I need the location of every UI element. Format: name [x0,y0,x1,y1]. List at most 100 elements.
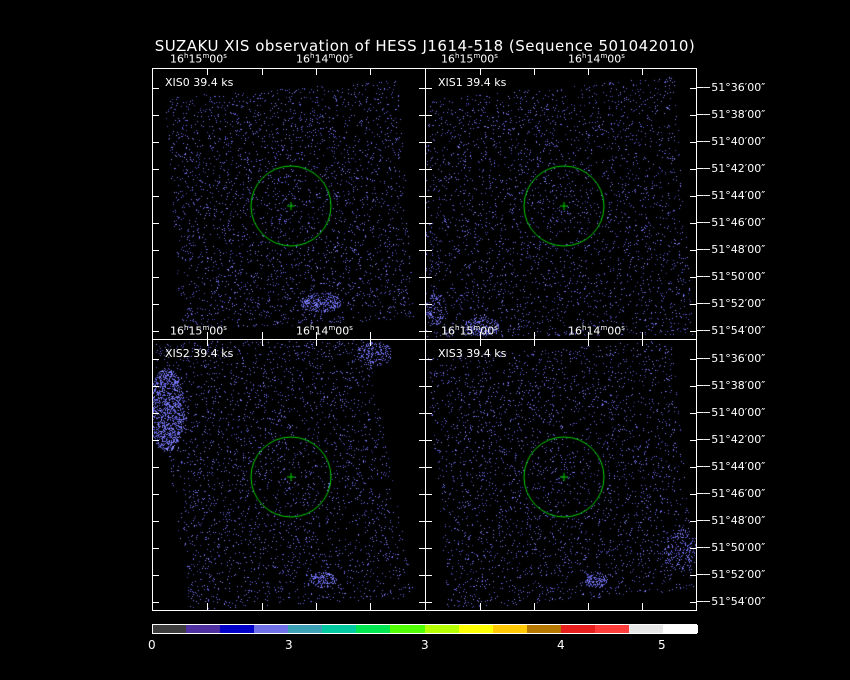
axis-tick [152,142,159,143]
dec-label: −51°46′00″ [702,216,766,229]
axis-tick [480,68,481,75]
xis0-label: XIS0 39.4 ks [165,76,234,89]
axis-tick [207,339,208,346]
axis-tick [425,386,432,387]
axis-tick [316,603,317,610]
axis-tick [480,603,481,610]
axis-tick [425,196,432,197]
dec-label: −51°44′00″ [702,189,766,202]
axis-tick [690,359,697,360]
axis-tick [588,68,589,75]
axis-tick [425,359,432,360]
axis-tick [152,548,159,549]
axis-tick [425,223,432,224]
axis-tick [152,494,159,495]
dec-label: −51°38′00″ [702,108,766,121]
axis-tick [316,68,317,75]
axis-tick [690,304,697,305]
dec-label: −51°54′00″ [702,324,766,337]
colorbar-frame [152,624,697,634]
axis-tick [152,359,159,360]
axis-tick [690,440,697,441]
axis-tick [480,332,481,339]
ra-label-mid-left-2: 16h14m00s [296,324,353,338]
axis-tick [690,250,697,251]
axis-tick [642,339,643,346]
axis-tick [697,114,703,115]
ra-label-top-right-2: 16h14m00s [568,52,625,66]
axis-tick [697,87,703,88]
axis-tick [316,339,317,346]
axis-tick [697,439,703,440]
ra-label-mid-right-1: 16h15m00s [441,324,498,338]
colorbar-label: 0 [148,638,156,652]
colorbar-label: 5 [658,638,666,652]
xis2-image-panel: XIS2 39.4 ks [152,339,426,611]
axis-tick [152,413,159,414]
axis-tick [690,88,697,89]
xis2-event-image [153,340,425,610]
axis-tick [425,115,432,116]
axis-tick [690,169,697,170]
dec-label: −51°46′00″ [702,487,766,500]
axis-tick [697,385,703,386]
axis-tick [152,223,159,224]
axis-tick [697,466,703,467]
axis-tick [425,494,432,495]
axis-tick [690,413,697,414]
xis0-image-panel: XIS0 39.4 ks [152,68,426,340]
dec-label: −51°52′00″ [702,297,766,310]
dec-label: −51°38′00″ [702,379,766,392]
dec-label: −51°40′00″ [702,406,766,419]
axis-tick [642,603,643,610]
axis-tick [207,603,208,610]
axis-tick [690,223,697,224]
axis-tick [262,339,263,346]
axis-tick [697,303,703,304]
axis-tick [152,602,159,603]
axis-tick [207,332,208,339]
dec-label: −51°54′00″ [702,595,766,608]
axis-tick [690,521,697,522]
axis-tick [690,467,697,468]
axis-tick [152,440,159,441]
axis-tick [480,339,481,346]
dec-label: −51°36′00″ [702,352,766,365]
dec-label: −51°50′00″ [702,270,766,283]
xis3-event-image [426,340,696,610]
axis-tick [690,602,697,603]
axis-tick [152,250,159,251]
axis-tick [697,493,703,494]
axis-tick [697,222,703,223]
axis-tick [425,250,432,251]
axis-tick [534,339,535,346]
axis-tick [370,603,371,610]
axis-tick [370,339,371,346]
axis-tick [697,520,703,521]
axis-tick [697,168,703,169]
axis-tick [262,603,263,610]
xis2-label: XIS2 39.4 ks [165,347,234,360]
axis-tick [534,332,535,339]
axis-tick [152,277,159,278]
axis-tick [370,68,371,75]
axis-tick [690,115,697,116]
colorbar-label: 3 [285,638,293,652]
axis-tick [588,603,589,610]
axis-tick [697,141,703,142]
axis-tick [697,276,703,277]
dec-label: −51°40′00″ [702,135,766,148]
axis-tick [262,332,263,339]
axis-tick [697,330,703,331]
axis-tick [690,196,697,197]
ra-label-top-left-2: 16h14m00s [296,52,353,66]
axis-tick [425,413,432,414]
axis-tick [152,169,159,170]
xis1-event-image [426,69,696,339]
axis-tick [425,440,432,441]
axis-tick [425,304,432,305]
axis-tick [534,603,535,610]
axis-tick [697,249,703,250]
axis-tick [425,169,432,170]
axis-tick [425,602,432,603]
